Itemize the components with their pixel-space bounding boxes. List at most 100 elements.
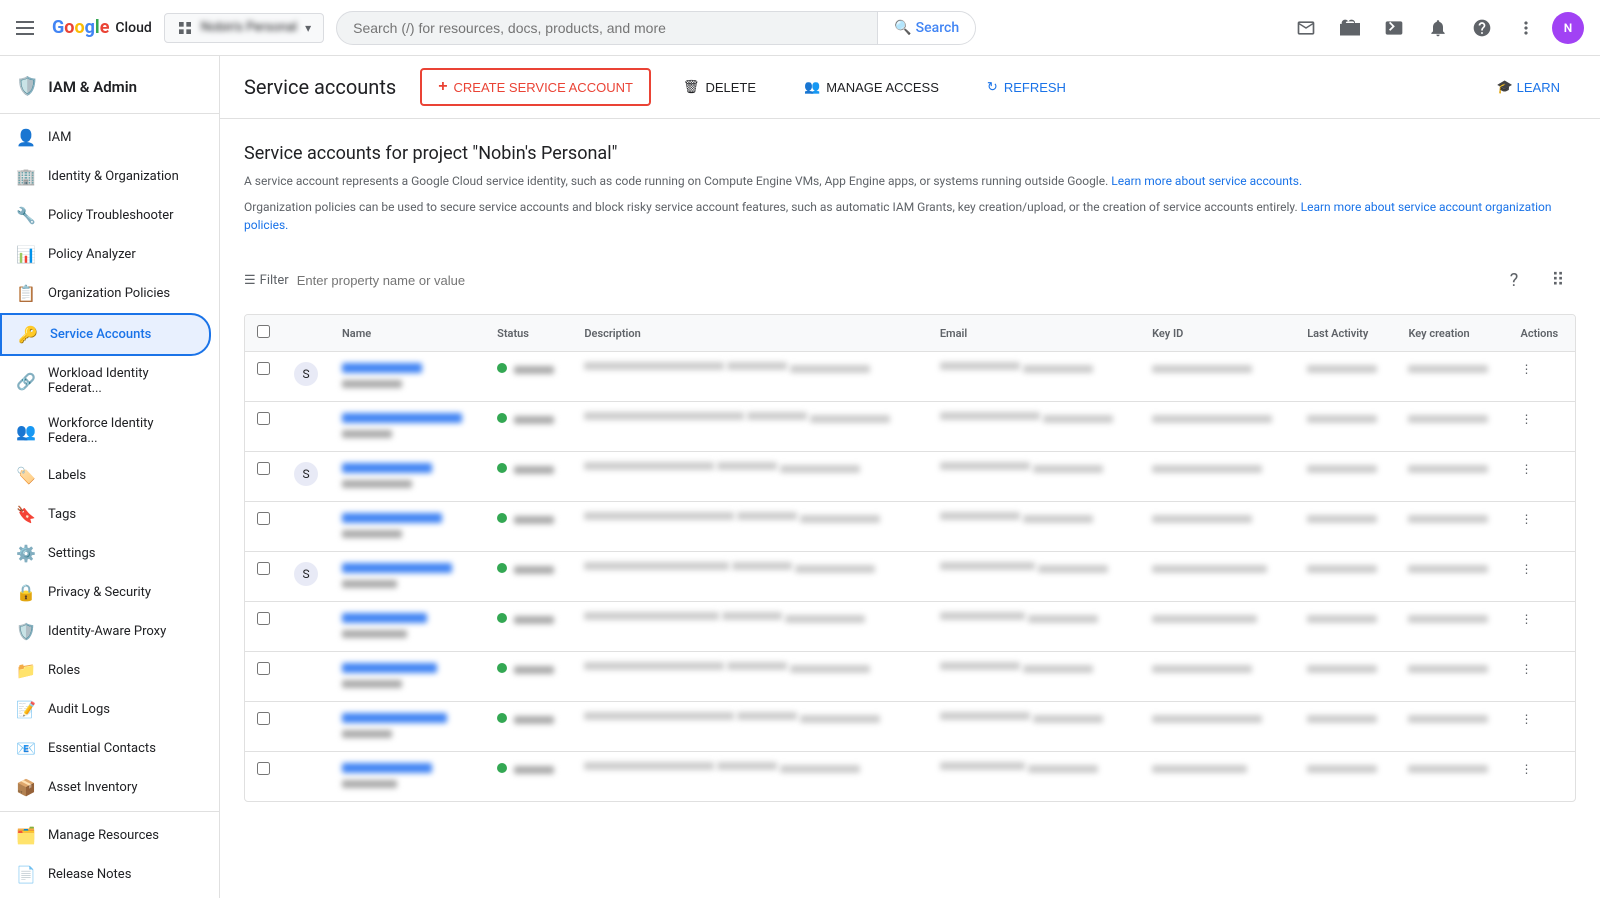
- terminal-icon[interactable]: [1376, 10, 1412, 46]
- learn-button[interactable]: 🎓 LEARN: [1480, 71, 1576, 103]
- row-more-actions-icon[interactable]: ⋮: [1520, 462, 1532, 476]
- sidebar-item-iam[interactable]: 👤 IAM: [0, 118, 211, 157]
- row-select-checkbox[interactable]: [257, 712, 270, 725]
- row-select-checkbox[interactable]: [257, 562, 270, 575]
- sidebar-item-workforce-identity[interactable]: 👥 Workforce Identity Federa...: [0, 406, 211, 456]
- row-select-checkbox[interactable]: [257, 512, 270, 525]
- learn-more-service-accounts-link[interactable]: Learn more about service accounts.: [1111, 174, 1302, 188]
- row-more-actions-icon[interactable]: ⋮: [1520, 412, 1532, 426]
- row-more-actions-icon[interactable]: ⋮: [1520, 712, 1532, 726]
- row-key-id-cell: [1140, 652, 1295, 702]
- table-row: ⋮: [245, 602, 1575, 652]
- row-select-checkbox[interactable]: [257, 362, 270, 375]
- roles-icon: 📁: [16, 661, 36, 680]
- delete-button[interactable]: 🗑 DELETE: [667, 71, 772, 103]
- service-account-name-link[interactable]: [342, 413, 462, 423]
- bell-icon[interactable]: [1420, 10, 1456, 46]
- row-key-id-cell: [1140, 452, 1295, 502]
- row-actions-cell: ⋮: [1508, 752, 1575, 802]
- row-select-checkbox[interactable]: [257, 412, 270, 425]
- filter-help-icon[interactable]: ?: [1496, 262, 1532, 298]
- sidebar-item-policy-analyzer[interactable]: 📊 Policy Analyzer: [0, 235, 211, 274]
- filter-input[interactable]: [297, 273, 1488, 288]
- row-more-actions-icon[interactable]: ⋮: [1520, 512, 1532, 526]
- sidebar-item-labels[interactable]: 🏷️ Labels: [0, 456, 211, 495]
- row-checkbox-cell: [245, 602, 282, 652]
- sidebar-item-privacy-security[interactable]: 🔒 Privacy & Security: [0, 573, 211, 612]
- row-last-activity-cell: [1295, 402, 1396, 452]
- sidebar-item-identity-org[interactable]: 🏢 Identity & Organization: [0, 157, 211, 196]
- status-text: [514, 416, 554, 424]
- row-select-checkbox[interactable]: [257, 612, 270, 625]
- status-text: [514, 616, 554, 624]
- sidebar-item-identity-aware-proxy[interactable]: 🛡️ Identity-Aware Proxy: [0, 612, 211, 651]
- select-all-checkbox[interactable]: [257, 325, 270, 338]
- help-icon[interactable]: [1464, 10, 1500, 46]
- row-select-checkbox[interactable]: [257, 762, 270, 775]
- service-account-name-link[interactable]: [342, 463, 432, 473]
- status-text: [514, 516, 554, 524]
- gift-icon[interactable]: [1332, 10, 1368, 46]
- service-account-name-link[interactable]: [342, 363, 422, 373]
- service-account-name-link[interactable]: [342, 513, 442, 523]
- sidebar-item-essential-contacts[interactable]: 📧 Essential Contacts: [0, 729, 211, 768]
- row-checkbox-cell: [245, 502, 282, 552]
- avatar[interactable]: N: [1552, 12, 1584, 44]
- refresh-icon: ↻: [987, 79, 998, 95]
- more-options-icon[interactable]: [1508, 10, 1544, 46]
- service-account-name-link[interactable]: [342, 613, 427, 623]
- notifications-icon[interactable]: [1288, 10, 1324, 46]
- sidebar-item-label: IAM: [48, 130, 71, 145]
- create-service-account-button[interactable]: + CREATE SERVICE ACCOUNT: [420, 68, 651, 106]
- refresh-button[interactable]: ↻ REFRESH: [971, 71, 1082, 103]
- row-key-id-cell: [1140, 602, 1295, 652]
- sidebar-item-label: Identity & Organization: [48, 169, 179, 184]
- row-checkbox-cell: [245, 402, 282, 452]
- service-account-name-link[interactable]: [342, 563, 452, 573]
- row-description-cell: [572, 652, 927, 702]
- sidebar-item-service-accounts[interactable]: 🔑 Service Accounts: [0, 313, 211, 356]
- row-more-actions-icon[interactable]: ⋮: [1520, 562, 1532, 576]
- sidebar-item-manage-resources[interactable]: 🗂️ Manage Resources: [0, 816, 211, 855]
- search-input[interactable]: [337, 12, 877, 44]
- row-name-cell: [330, 752, 485, 802]
- sidebar-item-org-policies[interactable]: 📋 Organization Policies: [0, 274, 211, 313]
- table-header-last-activity: Last Activity: [1295, 315, 1396, 352]
- search-label: Search: [916, 20, 959, 36]
- sidebar-item-audit-logs[interactable]: 📝 Audit Logs: [0, 690, 211, 729]
- sidebar-item-settings[interactable]: ⚙️ Settings: [0, 534, 211, 573]
- service-account-name-link[interactable]: [342, 663, 437, 673]
- sidebar-item-collapse[interactable]: ◀: [0, 894, 211, 898]
- column-toggle-icon[interactable]: ⠿: [1540, 262, 1576, 298]
- sidebar-item-roles[interactable]: 📁 Roles: [0, 651, 211, 690]
- manage-resources-icon: 🗂️: [16, 826, 36, 845]
- sidebar-item-tags[interactable]: 🔖 Tags: [0, 495, 211, 534]
- policy-text: Organization policies can be used to sec…: [244, 200, 1298, 214]
- row-select-checkbox[interactable]: [257, 662, 270, 675]
- search-button[interactable]: 🔍 Search: [877, 12, 975, 44]
- row-icon-cell: [282, 702, 330, 752]
- row-last-activity-cell: [1295, 652, 1396, 702]
- service-account-name-link[interactable]: [342, 763, 432, 773]
- sidebar-item-label: Policy Analyzer: [48, 247, 136, 262]
- manage-access-button[interactable]: 👥 MANAGE ACCESS: [788, 71, 955, 103]
- row-more-actions-icon[interactable]: ⋮: [1520, 612, 1532, 626]
- row-more-actions-icon[interactable]: ⋮: [1520, 762, 1532, 776]
- row-more-actions-icon[interactable]: ⋮: [1520, 362, 1532, 376]
- sidebar-item-label: Organization Policies: [48, 286, 170, 301]
- sidebar-item-release-notes[interactable]: 📄 Release Notes: [0, 855, 211, 894]
- topbar: Google Cloud Nobin's Personal ▾ 🔍 Search: [0, 0, 1600, 56]
- row-more-actions-icon[interactable]: ⋮: [1520, 662, 1532, 676]
- service-account-email-short: [342, 730, 392, 738]
- audit-logs-icon: 📝: [16, 700, 36, 719]
- hamburger-menu-icon[interactable]: [16, 16, 40, 40]
- sidebar-item-asset-inventory[interactable]: 📦 Asset Inventory: [0, 768, 211, 807]
- service-account-name-link[interactable]: [342, 713, 447, 723]
- row-select-checkbox[interactable]: [257, 462, 270, 475]
- table-header-key-creation: Key creation: [1396, 315, 1508, 352]
- row-key-id-cell: [1140, 752, 1295, 802]
- project-selector[interactable]: Nobin's Personal ▾: [164, 13, 324, 43]
- sidebar-item-workload-identity[interactable]: 🔗 Workload Identity Federat...: [0, 356, 211, 406]
- service-account-email-short: [342, 580, 397, 588]
- sidebar-item-policy-troubleshooter[interactable]: 🔧 Policy Troubleshooter: [0, 196, 211, 235]
